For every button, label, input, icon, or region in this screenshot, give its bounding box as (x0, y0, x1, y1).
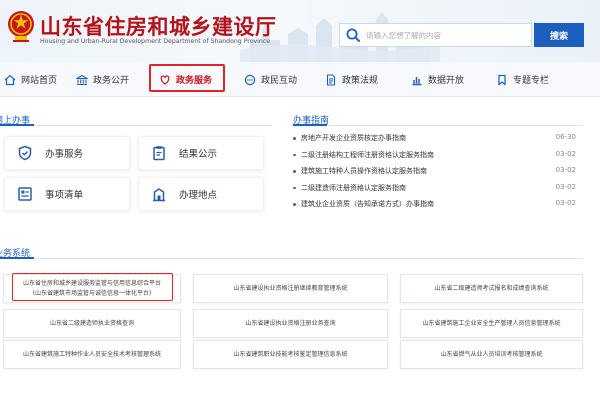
guide-item[interactable]: 建筑业企业资质（告知承诺方式）办事指南 03-02 (293, 197, 576, 214)
nav-item-label: 专题专栏 (513, 76, 550, 86)
online-section-divider (0, 124, 272, 126)
system-link-label: 山东省二级建造师执业资格查询 (49, 319, 134, 327)
system-link-label: 山东省建设执业资格注册继续教育管理系统 (233, 284, 348, 292)
bullet-icon (293, 170, 296, 173)
bullet-icon (293, 203, 296, 206)
service-card-handle-affairs[interactable]: 办事服务 (4, 136, 130, 170)
main-nav: 网站首页 政务公开 政务服务 政民互动 政策法规 数据开放 专题专栏 (0, 62, 600, 97)
document-icon (326, 73, 336, 86)
guide-item[interactable]: 房地产开发企业资质核定办事指南 06-30 (293, 131, 576, 148)
guide-item[interactable]: 二级注册结构工程师注册资格认定服务指南 03-02 (293, 148, 576, 165)
bullet-icon (293, 137, 296, 140)
system-link-constructor-query[interactable]: 山东省二级建造师执业资格查询 (3, 309, 181, 338)
nav-item-label: 政务公开 (93, 76, 130, 86)
nav-item-label: 政民互动 (261, 76, 298, 86)
nav-item-open-data[interactable]: 数据开放 (411, 62, 464, 97)
search-box (339, 23, 532, 47)
bank-icon (76, 74, 88, 85)
nav-item-policy[interactable]: 政策法规 (325, 62, 378, 97)
systems-section-divider (0, 257, 583, 259)
service-card-item-list[interactable]: 事项清单 (4, 177, 130, 211)
system-link-skill-appraisal[interactable]: 山东省建筑职业技能考核鉴定管理信息系统 (193, 340, 388, 369)
guide-item-date: 03-02 (555, 199, 576, 207)
guide-list: 房地产开发企业资质核定办事指南 06-30 二级注册结构工程师注册资格认定服务指… (293, 131, 576, 214)
guide-section-divider (293, 124, 583, 126)
service-card-label: 结果公示 (179, 149, 218, 160)
service-card-label: 办理地点 (179, 190, 218, 201)
guide-item-title: 建筑施工特种人员操作资格认定服务指南 (301, 167, 427, 175)
nav-item-home[interactable]: 网站首页 (4, 62, 57, 97)
search-icon (346, 28, 360, 42)
guide-item-title: 房地产开发企业资质核定办事指南 (301, 134, 406, 142)
system-link-label: 山东省二级建造师考试报名和成绩查询系统 (434, 284, 549, 292)
system-link-continuing-education[interactable]: 山东省建设执业资格注册继续教育管理系统 (193, 274, 388, 303)
guide-item[interactable]: 建筑施工特种人员操作资格认定服务指南 03-02 (293, 164, 576, 181)
guide-item-date: 03-02 (555, 182, 576, 191)
guide-item-title: 建筑业企业资质（告知承诺方式）办事指南 (301, 200, 434, 208)
nav-item-label: 网站首页 (21, 76, 58, 86)
chart-icon (412, 76, 422, 85)
system-link-gas-training[interactable]: 山东省燃气从业人员培训考核管理系统 (400, 340, 583, 369)
system-link-constructor-exam[interactable]: 山东省二级建造师考试报名和成绩查询系统 (400, 274, 583, 303)
system-link-label: 山东省建设执业资格注册业务查询 (245, 319, 336, 327)
site-header: 山东省住房和城乡建设厅 Housing and Urban-Rural Deve… (0, 0, 600, 62)
service-card-label: 事项清单 (45, 190, 84, 201)
bullet-icon (293, 153, 296, 156)
shield-icon (18, 145, 32, 161)
service-card-location[interactable]: 办理地点 (138, 177, 264, 211)
system-link-safety-management[interactable]: 山东省建筑施工企业安全生产管理人员信息管理系统 (400, 309, 583, 338)
clipboard-icon (153, 146, 165, 161)
guide-item-date: 03-02 (555, 166, 576, 174)
building-icon (153, 188, 165, 202)
system-link-label: 山东省建筑职业技能考核鉴定管理信息系统 (233, 350, 348, 358)
nav-item-gov-info[interactable]: 政务公开 (76, 62, 129, 97)
system-link-special-operation[interactable]: 山东省建筑施工特种作业人员安全技术考核管理系统 (3, 340, 181, 369)
nav-item-interaction[interactable]: 政民互动 (244, 62, 297, 97)
system-highlight-box (12, 273, 173, 301)
guide-item-title: 二级建造师注册资格认定服务指南 (301, 183, 406, 192)
service-card-result-notice[interactable]: 结果公示 (138, 136, 264, 170)
home-icon (4, 74, 16, 85)
guide-item[interactable]: 二级建造师注册资格认定服务指南 03-02 (293, 181, 576, 198)
system-link-label: 山东省建筑施工企业安全生产管理人员信息管理系统 (422, 319, 561, 327)
guide-item-title: 二级注册结构工程师注册资格认定服务指南 (301, 150, 434, 159)
system-link-label: 山东省燃气从业人员培训考核管理系统 (440, 350, 543, 358)
system-link-label: 山东省建筑施工特种作业人员安全技术考核管理系统 (22, 350, 161, 358)
search-button[interactable]: 搜索 (534, 23, 584, 47)
chat-icon (244, 74, 256, 85)
national-emblem-icon (8, 11, 34, 42)
site-subtitle: Housing and Urban-Rural Development Depa… (40, 38, 271, 45)
service-card-label: 办事服务 (45, 149, 84, 160)
nav-item-label: 数据开放 (428, 76, 465, 86)
system-link-registration-query[interactable]: 山东省建设执业资格注册业务查询 (193, 309, 388, 338)
nav-item-label: 政策法规 (342, 76, 379, 86)
bullet-icon (293, 186, 296, 189)
guide-item-date: 06-30 (555, 133, 576, 141)
search-input[interactable] (366, 26, 526, 44)
site-title: 山东省住房和城乡建设厅 (40, 15, 277, 39)
nav-item-special[interactable]: 专题专栏 (496, 62, 549, 97)
nav-highlight-box (149, 64, 225, 92)
guide-item-date: 03-02 (555, 149, 576, 158)
list-icon (18, 187, 32, 201)
bookmark-icon (498, 74, 506, 86)
